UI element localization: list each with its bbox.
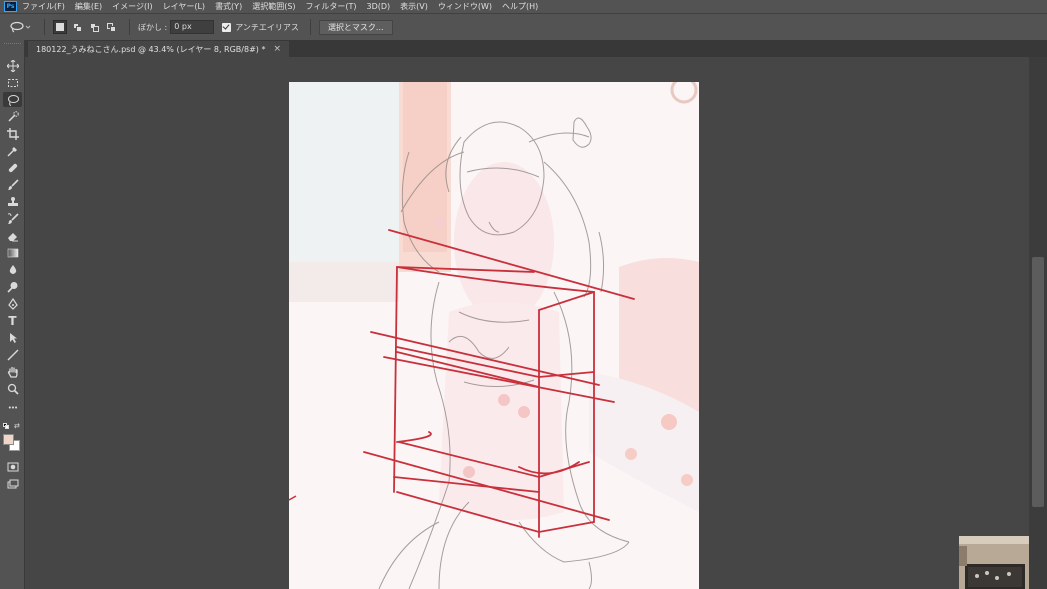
scrollbar-thumb[interactable] [1032,257,1044,507]
subtract-selection-button[interactable] [87,20,101,34]
zoom-tool[interactable] [3,381,22,396]
pen-tool[interactable] [3,296,22,311]
history-brush-icon [7,212,19,224]
menu-file[interactable]: ファイル(F) [22,1,65,12]
stamp-icon [7,196,18,206]
dodge-tool[interactable] [3,279,22,294]
options-bar: ぼかし : 0 px アンチエイリアス 選択とマスク... [0,13,1047,40]
gradient-icon [7,248,18,257]
history-brush-tool[interactable] [3,211,22,226]
gradient-tool[interactable] [3,245,22,260]
menu-select[interactable]: 選択範囲(S) [252,1,295,12]
screen-mode-button[interactable] [3,477,22,492]
new-selection-icon [56,23,64,31]
menu-help[interactable]: ヘルプ(H) [502,1,538,12]
document-tab[interactable]: 180122_うみねこさん.psd @ 43.4% (レイヤー 8, RGB/8… [28,41,289,57]
zoom-icon [7,383,19,395]
dodge-icon [6,281,17,293]
menu-type[interactable]: 書式(Y) [215,1,242,12]
subtract-selection-icon [89,22,99,32]
close-icon[interactable]: × [273,44,281,54]
screen-mode-icon [7,479,18,488]
quick-select-tool[interactable] [3,109,22,124]
line-icon [7,349,18,360]
add-selection-icon [72,22,82,32]
quick-select-icon [7,110,19,122]
menu-edit[interactable]: 編集(E) [75,1,102,12]
quick-mask-icon [7,462,18,471]
webcam-image [959,536,1029,589]
webcam-overlay [959,536,1029,589]
photoshop-logo-icon: Ps [4,1,17,12]
tools-panel: T ••• ⇄ [0,40,25,589]
tool-preset-picker[interactable] [10,19,36,35]
stray-guide-mark [288,495,297,501]
menu-image[interactable]: イメージ(I) [112,1,152,12]
add-selection-button[interactable] [70,20,84,34]
default-colors-icon[interactable] [3,423,10,430]
menu-3d[interactable]: 3D(D) [367,2,391,11]
blur-tool[interactable] [3,262,22,277]
feather-input[interactable]: 0 px [170,20,215,34]
type-icon: T [8,313,17,328]
stamp-tool[interactable] [3,194,22,209]
brush-icon [7,178,19,190]
menu-bar: Ps ファイル(F) 編集(E) イメージ(I) レイヤー(L) 書式(Y) 選… [0,0,1047,13]
line-tool[interactable] [3,347,22,362]
pen-icon [7,297,18,310]
eyedropper-tool[interactable] [3,143,22,158]
intersect-selection-icon [106,22,116,32]
separator [309,19,311,35]
eyedropper-icon [7,146,17,156]
more-icon: ••• [7,403,18,412]
menu-filter[interactable]: フィルター(T) [306,1,357,12]
menu-view[interactable]: 表示(V) [400,1,428,12]
hand-icon [7,366,18,378]
blur-icon [9,264,16,274]
crop-tool[interactable] [3,126,22,141]
eraser-icon [7,232,18,241]
path-select-icon [9,332,17,343]
marquee-tool[interactable] [3,75,22,90]
lasso-icon [7,94,19,106]
foreground-color-swatch[interactable] [3,434,14,445]
intersect-selection-button[interactable] [104,20,118,34]
artwork-sketch [289,82,699,589]
crop-icon [6,127,19,140]
document-canvas[interactable] [289,82,699,589]
menu-layer[interactable]: レイヤー(L) [163,1,205,12]
document-tab-title: 180122_うみねこさん.psd @ 43.4% (レイヤー 8, RGB/8… [36,44,266,54]
vertical-scrollbar[interactable] [1029,57,1047,589]
select-and-mask-button[interactable]: 選択とマスク... [318,19,393,35]
menu-window[interactable]: ウィンドウ(W) [438,1,492,12]
quick-mask-button[interactable] [3,459,22,474]
marquee-icon [7,78,18,87]
type-tool[interactable]: T [3,313,22,328]
hand-tool[interactable] [3,364,22,379]
path-select-tool[interactable] [3,330,22,345]
antialias-label: アンチエイリアス [235,22,299,32]
canvas-area[interactable] [26,57,1029,589]
eraser-tool[interactable] [3,228,22,243]
edit-toolbar-button[interactable]: ••• [3,400,22,415]
new-selection-button[interactable] [53,20,67,34]
lasso-tool[interactable] [3,92,22,107]
document-tab-strip: 180122_うみねこさん.psd @ 43.4% (レイヤー 8, RGB/8… [25,40,1047,57]
healing-tool[interactable] [3,160,22,175]
swap-colors-icon[interactable]: ⇄ [14,422,20,430]
lasso-icon [10,21,31,33]
move-tool[interactable] [3,58,22,73]
feather-label: ぼかし : [138,22,168,32]
panel-grip[interactable] [4,43,21,45]
healing-icon [8,163,17,172]
separator [129,19,130,35]
move-icon [6,59,19,72]
antialias-checkbox[interactable] [222,22,232,32]
separator [44,19,45,35]
brush-tool[interactable] [3,177,22,192]
